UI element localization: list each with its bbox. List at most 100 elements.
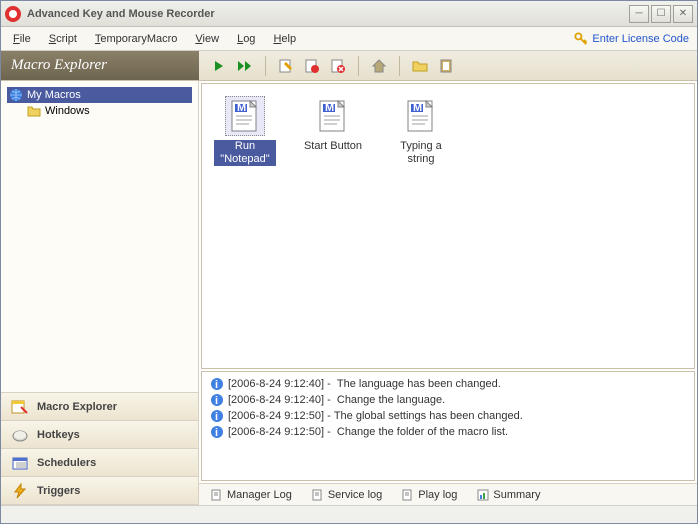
- toolbar-icons: [199, 56, 456, 76]
- menubar: File Script TemporaryMacro View Log Help…: [1, 27, 697, 51]
- tab-label: Summary: [493, 489, 540, 501]
- log-panel[interactable]: i [2006-8-24 9:12:40] - The language has…: [201, 371, 695, 481]
- macro-list[interactable]: M Run "Notepad" M Start Button M Typing …: [201, 83, 695, 369]
- log-message: The global settings has been changed.: [334, 410, 523, 422]
- macro-icon: M: [401, 96, 441, 136]
- tab-label: Service log: [328, 489, 382, 501]
- svg-text:i: i: [215, 395, 218, 407]
- nav-schedulers[interactable]: Schedulers: [1, 449, 198, 477]
- svg-text:i: i: [215, 411, 218, 423]
- maximize-button[interactable]: ☐: [651, 5, 671, 23]
- nav-panel: Macro Explorer Hotkeys Schedulers Trigge…: [1, 392, 198, 505]
- tree-node-my-macros[interactable]: My Macros: [7, 87, 192, 103]
- tree-node-windows[interactable]: Windows: [25, 103, 192, 119]
- menu-temporary-macro[interactable]: TemporaryMacro: [91, 31, 182, 47]
- log-time: [2006-8-24 9:12:50] -: [228, 426, 331, 438]
- log-tab-play[interactable]: Play log: [396, 487, 463, 503]
- log-icon: [211, 489, 223, 501]
- nav-triggers[interactable]: Triggers: [1, 477, 198, 505]
- minimize-button[interactable]: ─: [629, 5, 649, 23]
- clipboard-button[interactable]: [436, 56, 456, 76]
- svg-text:i: i: [215, 379, 218, 391]
- record-button[interactable]: [302, 56, 322, 76]
- log-entry: i [2006-8-24 9:12:40] - Change the langu…: [210, 392, 686, 408]
- enter-license-link[interactable]: Enter License Code: [574, 32, 689, 46]
- info-icon: i: [210, 377, 224, 391]
- titlebar[interactable]: Advanced Key and Mouse Recorder ─ ☐ ✕: [1, 1, 697, 27]
- log-tab-service[interactable]: Service log: [306, 487, 388, 503]
- explorer-header: Macro Explorer: [1, 51, 199, 80]
- summary-icon: [477, 489, 489, 501]
- macro-item-run-notepad[interactable]: M Run "Notepad": [214, 96, 276, 166]
- folder-button[interactable]: [410, 56, 430, 76]
- tree-label: Windows: [45, 105, 90, 117]
- macro-item-typing-string[interactable]: M Typing a string: [390, 96, 452, 166]
- tree-label: My Macros: [27, 89, 81, 101]
- menu-file[interactable]: File: [9, 31, 35, 47]
- macro-tree: My Macros Windows: [1, 81, 198, 392]
- svg-text:M: M: [237, 102, 246, 114]
- tab-label: Manager Log: [227, 489, 292, 501]
- statusbar: [1, 505, 697, 523]
- menu-help[interactable]: Help: [269, 31, 300, 47]
- macro-item-start-button[interactable]: M Start Button: [302, 96, 364, 153]
- log-tabs: Manager Log Service log Play log Summary: [199, 483, 697, 505]
- info-icon: i: [210, 393, 224, 407]
- log-time: [2006-8-24 9:12:40] -: [228, 378, 331, 390]
- log-tab-summary[interactable]: Summary: [471, 487, 546, 503]
- svg-text:M: M: [325, 102, 334, 114]
- log-time: [2006-8-24 9:12:40] -: [228, 394, 331, 406]
- log-tab-manager[interactable]: Manager Log: [205, 487, 298, 503]
- window-title: Advanced Key and Mouse Recorder: [27, 8, 629, 20]
- app-icon: [5, 6, 21, 22]
- toolbar-separator: [265, 56, 266, 76]
- triggers-icon: [11, 483, 29, 499]
- play-button[interactable]: [209, 56, 229, 76]
- svg-text:i: i: [215, 427, 218, 439]
- macro-icon: M: [313, 96, 353, 136]
- macro-label: Start Button: [302, 140, 364, 153]
- tab-label: Play log: [418, 489, 457, 501]
- globe-icon: [9, 88, 23, 102]
- home-button[interactable]: [369, 56, 389, 76]
- info-icon: i: [210, 409, 224, 423]
- log-message: Change the folder of the macro list.: [337, 426, 508, 438]
- macro-icon: M: [225, 96, 265, 136]
- folder-icon: [27, 104, 41, 118]
- app-window: Advanced Key and Mouse Recorder ─ ☐ ✕ Fi…: [0, 0, 698, 524]
- log-time: [2006-8-24 9:12:50] -: [228, 410, 331, 422]
- log-icon: [402, 489, 414, 501]
- log-icon: [312, 489, 324, 501]
- main-toolbar: Macro Explorer: [1, 51, 697, 81]
- nav-label: Triggers: [37, 485, 80, 497]
- nav-label: Schedulers: [37, 457, 96, 469]
- main-panel: M Run "Notepad" M Start Button M Typing …: [199, 81, 697, 505]
- log-message: The language has been changed.: [337, 378, 501, 390]
- content-area: My Macros Windows Macro Explorer Hotkeys: [1, 81, 697, 505]
- key-icon: [574, 32, 588, 46]
- macro-explorer-icon: [11, 399, 29, 415]
- nav-hotkeys[interactable]: Hotkeys: [1, 421, 198, 449]
- log-entry: i [2006-8-24 9:12:50] - The global setti…: [210, 408, 686, 424]
- menu-view[interactable]: View: [191, 31, 223, 47]
- toolbar-separator: [399, 56, 400, 76]
- menu-script[interactable]: Script: [45, 31, 81, 47]
- info-icon: i: [210, 425, 224, 439]
- menu-log[interactable]: Log: [233, 31, 259, 47]
- macro-label: Run "Notepad": [214, 140, 276, 166]
- log-message: Change the language.: [337, 394, 445, 406]
- play-all-button[interactable]: [235, 56, 255, 76]
- log-entry: i [2006-8-24 9:12:40] - The language has…: [210, 376, 686, 392]
- edit-button[interactable]: [276, 56, 296, 76]
- sidebar: My Macros Windows Macro Explorer Hotkeys: [1, 81, 199, 505]
- svg-text:M: M: [413, 102, 422, 114]
- nav-macro-explorer[interactable]: Macro Explorer: [1, 393, 198, 421]
- close-button[interactable]: ✕: [673, 5, 693, 23]
- delete-button[interactable]: [328, 56, 348, 76]
- license-label: Enter License Code: [592, 33, 689, 45]
- nav-label: Hotkeys: [37, 429, 80, 441]
- schedulers-icon: [11, 455, 29, 471]
- macro-label: Typing a string: [390, 140, 452, 166]
- hotkeys-icon: [11, 427, 29, 443]
- window-controls: ─ ☐ ✕: [629, 5, 693, 23]
